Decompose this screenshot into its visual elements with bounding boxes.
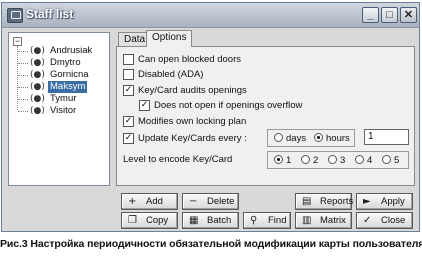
button-label: Find (268, 215, 287, 226)
user-card-icon: (●) (30, 46, 45, 56)
checkbox-label: Disabled (ADA) (138, 69, 204, 80)
close-window-button[interactable]: ✕ (400, 7, 417, 23)
level-label-text: Level to encode Key/Card (123, 154, 233, 165)
radio-label: 3 (340, 155, 346, 166)
button-label: Add (146, 196, 163, 207)
tree-item-label: Visitor (50, 105, 77, 116)
tree-item-label: Dmytro (50, 57, 81, 68)
user-card-icon: (●) (30, 94, 45, 104)
button-label: Reports (320, 196, 354, 207)
button-label: Close (381, 215, 406, 226)
button-label: Delete (207, 196, 235, 207)
radio-dot-selected[interactable] (274, 155, 283, 164)
radio-dot[interactable] (382, 155, 391, 164)
batch-icon: ▦ (189, 215, 199, 226)
tab-options[interactable]: Options (146, 30, 193, 47)
find-button[interactable]: ⚲ Find (243, 212, 291, 229)
copy-button[interactable]: ❐ Copy (121, 212, 178, 229)
tree-connector (18, 63, 28, 64)
app-icon (7, 8, 23, 23)
check-mark-icon[interactable]: ✓ (123, 116, 134, 127)
check-mark-icon[interactable]: ✓ (123, 133, 134, 144)
radio-label: hours (326, 133, 350, 144)
reports-icon: ▤ (302, 196, 312, 207)
checkbox-box[interactable] (123, 69, 134, 80)
update-unit-group: days hours (267, 129, 355, 147)
add-button[interactable]: + Add (121, 193, 178, 210)
maximize-button[interactable]: □ (381, 7, 398, 23)
staff-tree[interactable]: − (●) Andrusiak (●) Dmytro (●) Gornicna … (8, 32, 110, 186)
check-mark-icon[interactable]: ✓ (139, 100, 150, 111)
button-label: Batch (207, 215, 232, 226)
binoculars-icon: ⚲ (250, 215, 258, 226)
checkbox-label: Does not open if openings overflow (154, 100, 303, 111)
level-label: Level to encode Key/Card (123, 154, 232, 166)
button-label: Matrix (320, 215, 346, 226)
apply-button[interactable]: ► Apply (356, 193, 413, 210)
options-panel: Can open blocked doors Disabled (ADA) ✓ … (116, 46, 415, 186)
radio-label: 5 (394, 155, 400, 166)
radio-label: 2 (313, 155, 319, 166)
staff-list-window: Staff list _ □ ✕ − (●) Andrusiak (●) Dmy… (1, 2, 420, 232)
checkbox-label: Update Key/Cards every : (138, 133, 247, 144)
user-card-icon: (●) (30, 58, 45, 68)
radio-dot[interactable] (328, 155, 337, 164)
radio-label: 4 (367, 155, 373, 166)
check-mark-icon[interactable]: ✓ (123, 85, 134, 96)
tree-connector (18, 51, 28, 52)
radio-dot-selected[interactable] (314, 133, 323, 142)
window-title: Staff list (26, 7, 74, 21)
matrix-button[interactable]: ▥ Matrix (295, 212, 352, 229)
button-label: Apply (381, 196, 405, 207)
tree-item-label: Andrusiak (50, 45, 93, 56)
radio-dot[interactable] (301, 155, 310, 164)
update-interval-input[interactable]: 1 (364, 129, 409, 145)
tree-item-label: Tymur (50, 93, 77, 104)
radio-dot[interactable] (355, 155, 364, 164)
delete-icon: − (189, 196, 198, 207)
add-icon: + (128, 196, 137, 207)
tree-item-label: Maksym (48, 81, 88, 93)
radio-label: days (286, 133, 307, 144)
radio-dot[interactable] (274, 133, 283, 142)
level-radio-group: 1 2 3 4 5 (267, 151, 409, 169)
tree-connector (18, 111, 28, 112)
title-bar[interactable]: Staff list _ □ ✕ (2, 3, 419, 28)
close-button[interactable]: ✓ Close (356, 212, 413, 229)
figure-caption: Рис.3 Настройка периодичности обязательн… (0, 238, 422, 250)
check-icon: ✓ (363, 215, 372, 226)
user-card-icon: (●) (30, 70, 45, 80)
batch-button[interactable]: ▦ Batch (182, 212, 239, 229)
radio-label: 1 (286, 155, 292, 166)
copy-icon: ❐ (128, 215, 137, 226)
tree-collapse-icon[interactable]: − (13, 37, 22, 46)
user-card-icon: (●) (30, 82, 45, 92)
tree-connector (17, 46, 18, 110)
checkbox-box[interactable] (123, 54, 134, 65)
matrix-icon: ▥ (302, 215, 312, 226)
user-card-icon: (●) (30, 106, 45, 116)
checkbox-label: Key/Card audits openings (138, 85, 247, 96)
tree-connector (18, 99, 28, 100)
delete-button[interactable]: − Delete (182, 193, 239, 210)
minimize-button[interactable]: _ (362, 7, 379, 23)
apply-arrow-icon: ► (363, 196, 371, 207)
tree-connector (18, 75, 28, 76)
reports-button[interactable]: ▤ Reports (295, 193, 354, 210)
checkbox-label: Can open blocked doors (138, 54, 241, 65)
button-label: Copy (146, 215, 169, 226)
tree-item-label: Gornicna (50, 69, 89, 80)
tree-connector (18, 87, 28, 88)
checkbox-label: Modifies own locking plan (138, 116, 247, 127)
